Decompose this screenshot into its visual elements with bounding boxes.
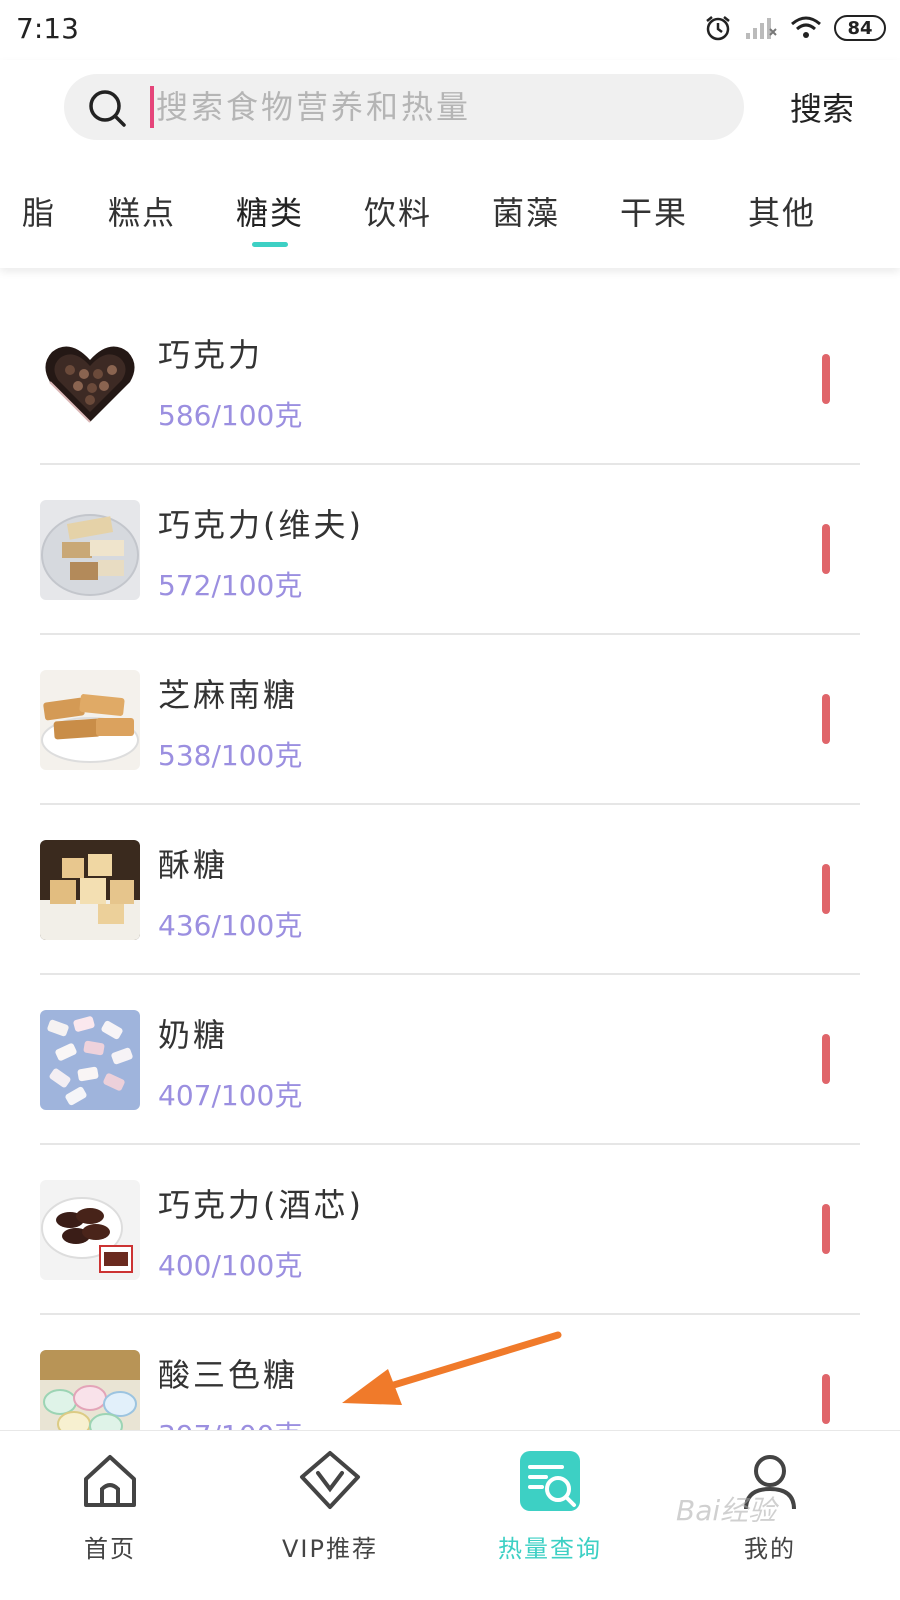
list-item[interactable]: 奶糖 407/100克 (40, 948, 860, 1145)
food-name: 奶糖 (158, 1016, 229, 1054)
food-calories: 400/100克 (158, 1249, 303, 1282)
nav-profile-label: 我的 (744, 1535, 796, 1563)
food-name: 巧克力(维夫) (158, 506, 364, 544)
tricolor-candy-image (40, 1350, 140, 1430)
header: 搜索 脂 糕点 糖类 饮料 菌藻 干果 其他 (0, 60, 900, 268)
list-item[interactable]: 巧克力 586/100克 (40, 268, 860, 465)
signal-icon (746, 18, 777, 39)
battery-indicator: 84 (834, 15, 886, 41)
search-box[interactable] (64, 74, 744, 140)
food-calories: 538/100克 (158, 739, 303, 772)
crisp-candy-image (40, 840, 140, 940)
search-icon (89, 90, 126, 127)
tab-dried-fruit[interactable]: 干果 (620, 188, 688, 234)
calorie-level-indicator (822, 694, 830, 744)
food-name: 巧克力 (158, 336, 264, 374)
calorie-search-icon (520, 1451, 580, 1511)
food-calories: 586/100克 (158, 399, 303, 432)
food-calories: 572/100克 (158, 569, 303, 602)
nav-vip[interactable]: VIP推荐 (250, 1449, 410, 1599)
text-cursor (150, 86, 154, 128)
tab-drinks[interactable]: 饮料 (364, 188, 432, 234)
list-item[interactable]: 酥糖 436/100克 (40, 778, 860, 975)
food-name: 酸三色糖 (158, 1356, 299, 1394)
food-name: 酥糖 (158, 846, 229, 884)
calorie-level-indicator (822, 1374, 830, 1424)
heart-chocolate-box-image (40, 330, 140, 430)
vip-icon (300, 1451, 360, 1509)
list-item[interactable]: 芝麻南糖 538/100克 (40, 608, 860, 805)
tab-pastry[interactable]: 糕点 (108, 188, 176, 234)
calorie-level-indicator (822, 1204, 830, 1254)
nav-vip-label: VIP推荐 (282, 1535, 378, 1563)
calorie-level-indicator (822, 524, 830, 574)
wafer-chocolate-image (40, 500, 140, 600)
nav-calorie-search-label: 热量查询 (498, 1535, 602, 1563)
sesame-candy-image (40, 670, 140, 770)
status-icons: 84 (704, 14, 886, 42)
home-icon (84, 1455, 136, 1507)
calorie-level-indicator (822, 354, 830, 404)
arrow-annotation-icon (342, 1331, 562, 1405)
status-bar: 7:13 84 (0, 0, 900, 60)
milk-candy-image (40, 1010, 140, 1110)
food-list: 巧克力 586/100克 巧克力(维夫) 572/100克 芝麻南糖 538/1… (0, 268, 900, 1430)
list-item[interactable]: 巧克力(维夫) 572/100克 (40, 438, 860, 635)
calorie-level-indicator (822, 1034, 830, 1084)
nav-home-label: 首页 (84, 1535, 136, 1563)
tab-fats[interactable]: 脂 (22, 188, 56, 234)
wifi-icon (791, 16, 821, 38)
list-item[interactable]: 巧克力(酒芯) 400/100克 (40, 1118, 860, 1315)
bottom-navigation: 首页 VIP推荐 热量查询 我的 Bai经验 (0, 1430, 900, 1600)
alarm-icon (706, 16, 730, 41)
liquor-chocolate-image (40, 1180, 140, 1280)
food-name: 芝麻南糖 (158, 676, 299, 714)
active-tab-indicator (252, 242, 288, 247)
search-input[interactable] (156, 74, 716, 140)
search-button[interactable]: 搜索 (790, 84, 854, 130)
tab-other[interactable]: 其他 (748, 188, 816, 234)
status-time: 7:13 (16, 12, 79, 45)
food-calories: 436/100克 (158, 909, 303, 942)
category-tabs: 脂 糕点 糖类 饮料 菌藻 干果 其他 (0, 172, 900, 268)
food-calories: 397/100克 (158, 1414, 302, 1430)
tab-sugar[interactable]: 糖类 (236, 188, 304, 234)
food-name: 巧克力(酒芯) (158, 1186, 364, 1224)
watermark: Bai经验 (676, 1494, 777, 1527)
calorie-level-indicator (822, 864, 830, 914)
tab-fungi-algae[interactable]: 菌藻 (492, 188, 560, 234)
nav-home[interactable]: 首页 (30, 1449, 190, 1599)
nav-calorie-search[interactable]: 热量查询 (470, 1449, 630, 1599)
food-calories: 407/100克 (158, 1079, 303, 1112)
